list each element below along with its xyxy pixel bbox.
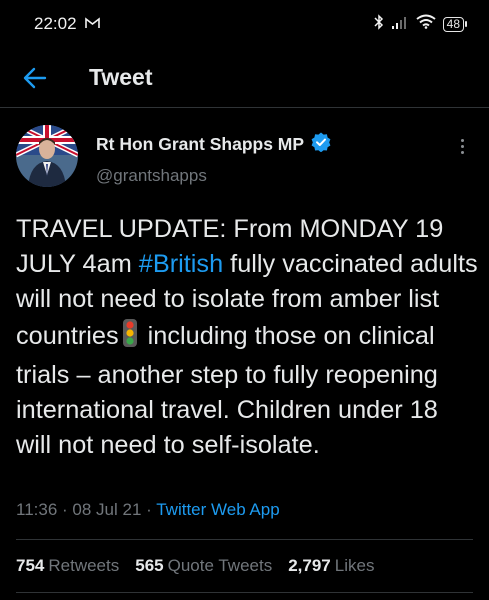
tweet-time: 11:36 [16, 500, 58, 519]
avatar[interactable] [16, 125, 78, 187]
status-time: 22:02 [34, 14, 77, 33]
quote-tweets-label: Quote Tweets [167, 556, 273, 575]
page-title: Tweet [89, 64, 153, 90]
quote-tweets-count: 565 [135, 556, 164, 575]
divider [16, 539, 473, 540]
tweet-meta: 11:36 · 08 Jul 21 · Twitter Web App [16, 500, 280, 519]
tweet-text: TRAVEL UPDATE: From MONDAY 19 JULY 4am #… [16, 212, 478, 463]
cell-signal-icon [391, 14, 409, 34]
back-button[interactable] [20, 63, 50, 93]
status-bar: 22:02 48 [0, 0, 489, 48]
retweets-stat[interactable]: 754 Retweets [16, 556, 119, 576]
more-dot [460, 138, 464, 142]
gmail-icon [84, 14, 100, 34]
status-left: 22:02 [34, 14, 100, 34]
more-options-button[interactable] [454, 134, 470, 158]
likes-stat[interactable]: 2,797 Likes [288, 556, 374, 576]
wifi-icon [416, 14, 436, 34]
author-name-row[interactable]: Rt Hon Grant Shapps MP [96, 132, 331, 157]
author-handle[interactable]: @grantshapps [96, 166, 207, 186]
likes-label: Likes [334, 556, 375, 575]
author-name[interactable]: Rt Hon Grant Shapps MP [96, 134, 304, 155]
status-right: 48 [374, 13, 467, 35]
top-bar: Tweet [0, 48, 489, 108]
divider [16, 592, 473, 593]
verified-badge-icon [311, 132, 331, 157]
tweet-source-link[interactable]: Twitter Web App [156, 500, 279, 519]
tweet-stats: 754 Retweets 565 Quote Tweets 2,797 Likes [16, 556, 374, 576]
tweet-date: 08 Jul 21 [72, 500, 142, 519]
traffic-light-icon [122, 318, 138, 358]
more-dot [460, 144, 464, 148]
retweets-label: Retweets [48, 556, 120, 575]
retweets-count: 754 [16, 556, 45, 575]
battery-level: 48 [442, 16, 464, 32]
likes-count: 2,797 [288, 556, 331, 575]
battery-icon: 48 [442, 16, 467, 32]
hashtag-link[interactable]: #British [139, 250, 223, 278]
quote-tweets-stat[interactable]: 565 Quote Tweets [135, 556, 272, 576]
bluetooth-icon [374, 13, 384, 35]
arrow-left-icon [23, 67, 47, 89]
more-dot [460, 150, 464, 154]
